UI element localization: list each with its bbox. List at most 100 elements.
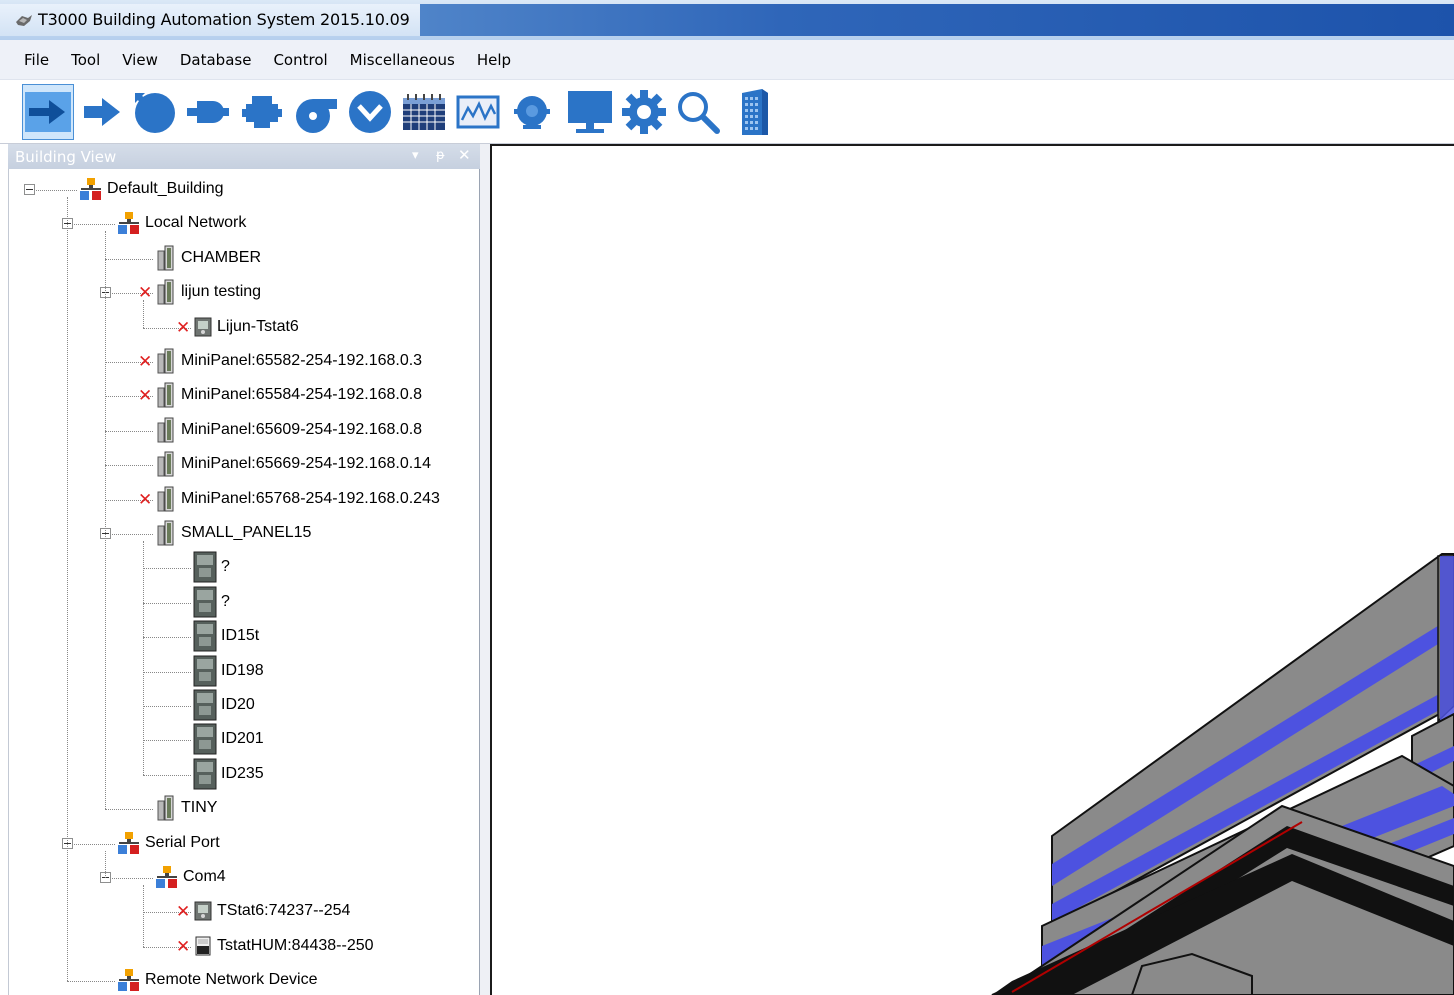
tree-item[interactable]: ID201 [193, 723, 264, 755]
panel-dropdown-icon[interactable]: ▾ [412, 148, 419, 163]
tree-item[interactable]: MiniPanel:65669-254-192.168.0.14 [155, 450, 431, 478]
output-button[interactable] [236, 84, 288, 140]
tree-item[interactable]: ID20 [193, 689, 255, 721]
search-button[interactable] [672, 84, 724, 140]
tree-item[interactable]: MiniPanel:65582-254-192.168.0.3 [155, 347, 422, 375]
tree-connector [143, 740, 191, 742]
tree-item-label: TINY [181, 799, 218, 817]
tree-item-label: MiniPanel:65584-254-192.168.0.8 [181, 386, 423, 404]
tree-expand-toggle[interactable] [24, 184, 35, 195]
tree-item-label: MiniPanel:65582-254-192.168.0.3 [181, 352, 423, 369]
panel-icon [155, 382, 177, 408]
settings-gear-icon [622, 90, 666, 134]
tree-item-label: MiniPanel:65609-254-192.168.0.8 [181, 420, 423, 438]
monitor-button[interactable] [564, 84, 616, 140]
tree-connector [105, 534, 153, 535]
menu-tool[interactable]: Tool [71, 51, 100, 69]
tree-item[interactable]: TstatHUM:84438--250 [193, 932, 374, 960]
tree-connector [105, 878, 153, 879]
tree-item[interactable]: MiniPanel:65768-254-192.168.0.243 [155, 485, 440, 513]
tree-item[interactable]: Remote Network Device [117, 966, 318, 994]
tree-guide [143, 300, 144, 328]
tstat-big-icon [193, 689, 217, 721]
panel-splitter[interactable] [480, 144, 490, 995]
tree-item[interactable]: ID198 [193, 655, 264, 687]
output-icon [242, 96, 282, 128]
hum-icon [193, 936, 213, 956]
schedule-button[interactable] [398, 84, 450, 140]
tree-item[interactable]: TINY [155, 794, 217, 822]
main-building-view[interactable] [490, 144, 1454, 995]
title-bar: T3000 Building Automation System 2015.10… [0, 0, 1454, 40]
menu-control[interactable]: Control [273, 51, 327, 69]
panel-icon [155, 486, 177, 512]
tree-item-label: ID235 [221, 764, 264, 782]
tree-item[interactable]: MiniPanel:65584-254-192.168.0.8 [155, 381, 422, 409]
gauge-button[interactable] [128, 84, 180, 140]
tree-item-label: Default_Building [107, 180, 224, 197]
fan-button[interactable] [290, 84, 342, 140]
menu-file[interactable]: File [24, 51, 49, 69]
tree-item-label: lijun testing [181, 283, 262, 301]
tree-guide [67, 197, 68, 982]
tree-item-label: Com4 [183, 868, 226, 885]
tree-item-label: ? [221, 558, 230, 576]
tstat-icon [193, 317, 213, 337]
panel-close-icon[interactable]: ✕ [458, 146, 471, 164]
tree-connector [29, 190, 77, 191]
menu-database[interactable]: Database [180, 51, 252, 69]
tree-item-label: SMALL_PANEL15 [181, 524, 312, 541]
dropdown-button[interactable] [344, 84, 396, 140]
tree-item[interactable]: CHAMBER [155, 244, 261, 272]
panel-pin-icon[interactable]: ᵽ [436, 148, 445, 163]
tree-item[interactable]: Serial Port [117, 829, 220, 857]
trend-button[interactable] [452, 84, 504, 140]
tree-item-label: Lijun-Tstat6 [217, 317, 299, 335]
network-icon [117, 968, 141, 992]
connect-button[interactable] [22, 84, 74, 140]
alarm-bell-icon [514, 96, 550, 129]
settings-button[interactable] [618, 84, 670, 140]
tree-connector [143, 637, 191, 639]
tree-item[interactable]: MiniPanel:65609-254-192.168.0.8 [155, 416, 422, 444]
building-button[interactable] [728, 84, 780, 140]
building-icon [742, 89, 768, 135]
tree-item[interactable]: ID235 [193, 758, 264, 790]
building-view-header: Building View ▾ ᵽ ✕ [8, 144, 480, 169]
offline-mark-icon: ✕ [176, 936, 191, 957]
tree-item[interactable]: Com4 [155, 863, 226, 891]
input-button[interactable] [76, 84, 128, 140]
dropdown-circle-icon [349, 91, 391, 133]
tree-item[interactable]: Default_Building [79, 175, 224, 203]
menu-help[interactable]: Help [477, 51, 511, 69]
tree-item[interactable]: TStat6:74237--254 [193, 897, 350, 925]
tstat-big-icon [193, 723, 217, 755]
tree-item[interactable]: ? [193, 586, 230, 618]
tstat-big-icon [193, 586, 217, 618]
tree-item[interactable]: lijun testing [155, 278, 261, 306]
plug-button[interactable] [182, 84, 234, 140]
offline-mark-icon: ✕ [176, 317, 191, 338]
menu-view[interactable]: View [122, 51, 158, 69]
tree-connector [143, 568, 191, 570]
tree-item[interactable]: ID15t [193, 620, 259, 652]
menu-bar: File Tool View Database Control Miscella… [0, 40, 1454, 80]
alarm-button[interactable] [506, 84, 558, 140]
tree-item-label: TstatHUM:84438--250 [217, 936, 374, 954]
menu-miscellaneous[interactable]: Miscellaneous [350, 51, 455, 69]
fan-icon [296, 99, 337, 133]
tree-connector [143, 602, 191, 604]
tree-item-label: ID201 [221, 730, 264, 748]
tree-item[interactable]: Lijun-Tstat6 [193, 313, 299, 341]
gauge-icon [134, 92, 175, 133]
tree-item-label: ID198 [221, 661, 264, 679]
building-tree: Default_Building Local Network CHAMBER liju… [8, 169, 480, 995]
tree-item[interactable]: Local Network [117, 209, 246, 237]
building-graphic [991, 553, 1454, 995]
app-logo-icon [16, 15, 32, 26]
tree-guide [143, 541, 144, 775]
tree-item[interactable]: ? [193, 551, 230, 583]
input-arrow-icon [84, 98, 120, 126]
tree-item[interactable]: SMALL_PANEL15 [155, 519, 311, 547]
search-icon [678, 92, 720, 134]
